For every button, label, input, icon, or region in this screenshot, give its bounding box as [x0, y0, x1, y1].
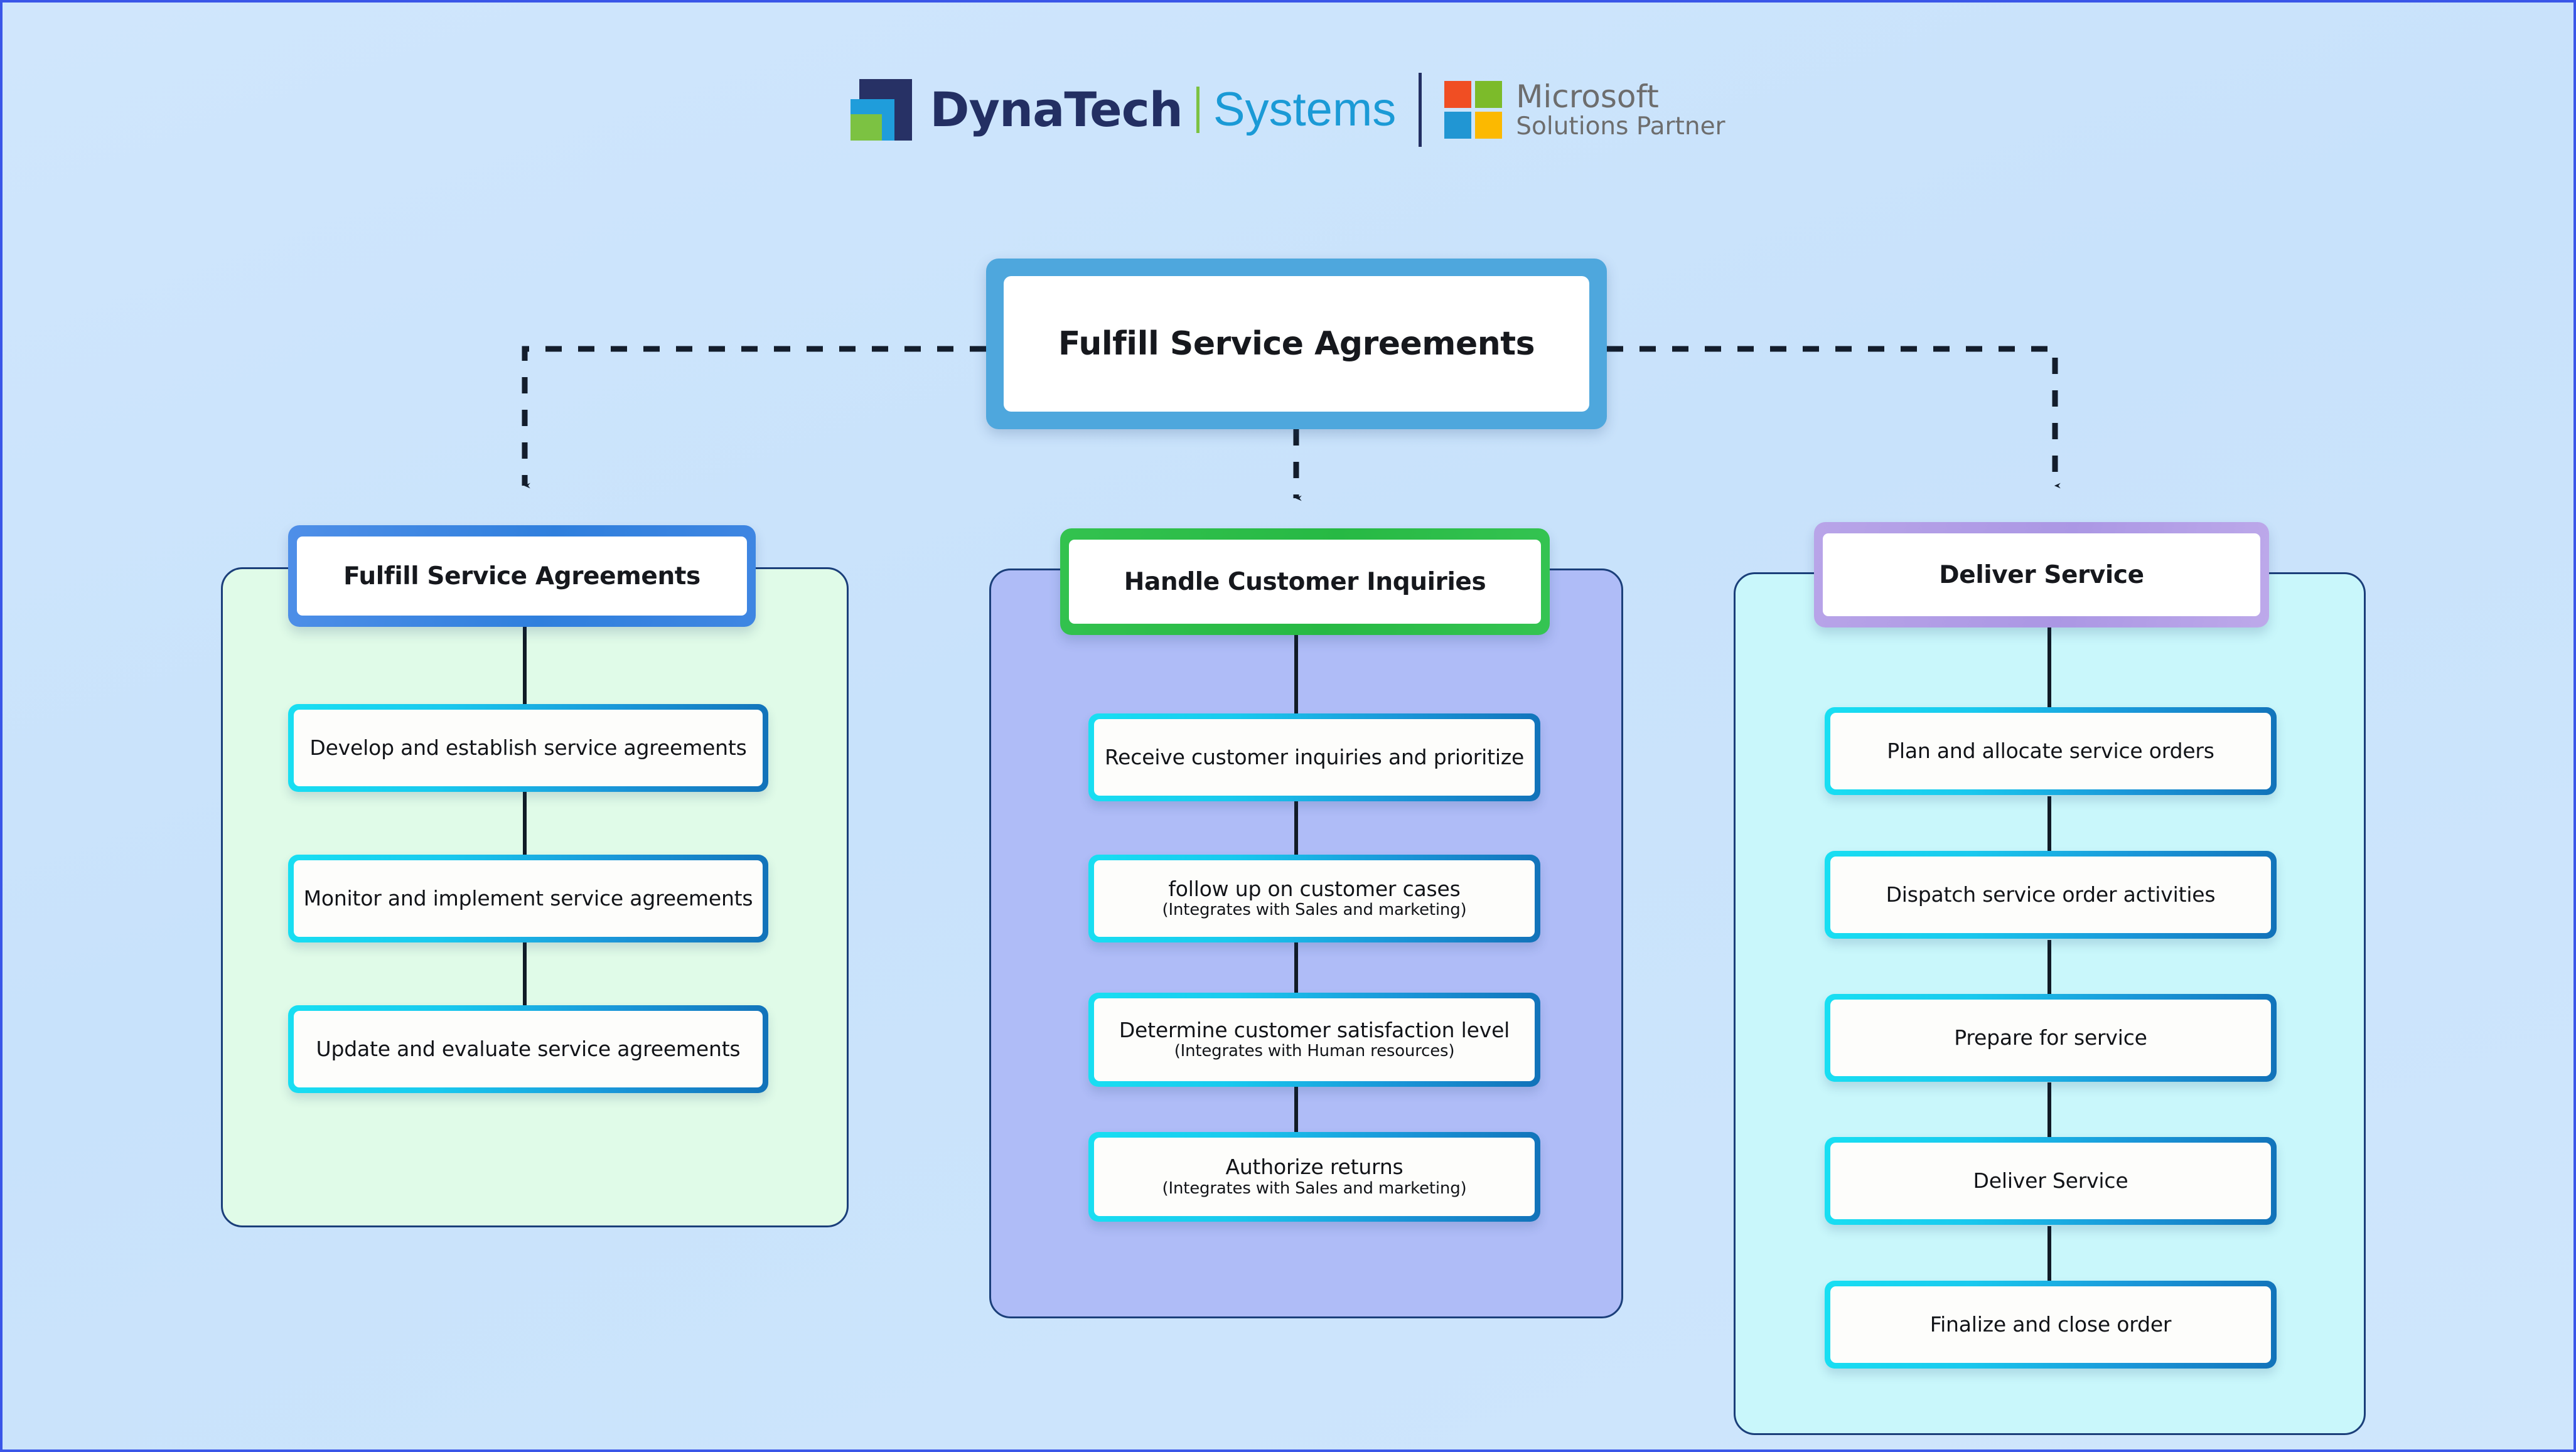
- connector-right-4: [2047, 1226, 2051, 1284]
- root-node-label: Fulfill Service Agreements: [1058, 325, 1535, 363]
- connector-mid-0: [1294, 635, 1298, 715]
- step-box[interactable]: Update and evaluate service agreements: [288, 1005, 768, 1093]
- step-box[interactable]: Authorize returns (Integrates with Sales…: [1088, 1132, 1540, 1222]
- step-box[interactable]: Determine customer satisfaction level (I…: [1088, 993, 1540, 1087]
- column-header-label: Deliver Service: [1939, 560, 2144, 589]
- brand-divider-green: [1196, 87, 1199, 133]
- column-header-handle-customer-inquiries[interactable]: Handle Customer Inquiries: [1060, 528, 1550, 635]
- step-label: Determine customer satisfaction level: [1119, 1017, 1510, 1042]
- connector-right-3: [2047, 1082, 2051, 1140]
- step-label: Monitor and implement service agreements: [303, 885, 753, 910]
- step-sublabel: (Integrates with Sales and marketing): [1162, 900, 1467, 920]
- connector-mid-3: [1294, 1083, 1298, 1135]
- connector-mid-2: [1294, 942, 1298, 995]
- dynatech-logo-mark: [851, 79, 913, 141]
- brand-header: DynaTech Systems Microsoft Solutions Par…: [3, 73, 2573, 147]
- connector-right-1: [2047, 796, 2051, 854]
- step-label: Prepare for service: [1954, 1025, 2147, 1050]
- step-label: Develop and establish service agreements: [309, 735, 747, 760]
- step-label: Authorize returns: [1225, 1155, 1403, 1180]
- step-sublabel: (Integrates with Human resources): [1174, 1042, 1455, 1061]
- step-label: Finalize and close order: [1929, 1311, 2172, 1337]
- diagram-canvas: DynaTech Systems Microsoft Solutions Par…: [0, 0, 2576, 1452]
- column-header-label: Fulfill Service Agreements: [343, 562, 700, 590]
- connector-right-2: [2047, 940, 2051, 998]
- step-box[interactable]: Deliver Service: [1825, 1137, 2277, 1225]
- step-label: follow up on customer cases: [1168, 876, 1461, 901]
- connector-left-0: [523, 627, 527, 705]
- step-box[interactable]: Develop and establish service agreements: [288, 704, 768, 792]
- step-box[interactable]: Prepare for service: [1825, 994, 2277, 1082]
- column-header-label: Handle Customer Inquiries: [1124, 567, 1486, 596]
- brand-product-name: Systems: [1213, 83, 1397, 136]
- column-header-deliver-service[interactable]: Deliver Service: [1814, 522, 2269, 627]
- brand-divider-dark: [1419, 73, 1422, 147]
- step-box[interactable]: follow up on customer cases (Integrates …: [1088, 855, 1540, 942]
- microsoft-squares-icon: [1444, 80, 1503, 139]
- connector-right-0: [2047, 627, 2051, 710]
- microsoft-label: Microsoft: [1516, 78, 1659, 115]
- step-box[interactable]: Receive customer inquiries and prioritiz…: [1088, 713, 1540, 801]
- solutions-partner-label: Solutions Partner: [1516, 112, 1725, 141]
- microsoft-partner-badge: Microsoft Solutions Partner: [1444, 80, 1725, 139]
- step-label: Receive customer inquiries and prioritiz…: [1104, 744, 1525, 769]
- step-label: Update and evaluate service agreements: [316, 1036, 741, 1061]
- step-box[interactable]: Finalize and close order: [1825, 1281, 2277, 1369]
- step-label: Plan and allocate service orders: [1887, 738, 2214, 763]
- step-box[interactable]: Dispatch service order activities: [1825, 851, 2277, 939]
- column-header-fulfill-service-agreements[interactable]: Fulfill Service Agreements: [288, 525, 756, 627]
- step-sublabel: (Integrates with Sales and marketing): [1162, 1178, 1467, 1198]
- step-label: Dispatch service order activities: [1886, 882, 2216, 907]
- step-label: Deliver Service: [1973, 1168, 2128, 1193]
- brand-company-name: DynaTech: [930, 82, 1183, 137]
- step-box[interactable]: Monitor and implement service agreements: [288, 855, 768, 942]
- step-box[interactable]: Plan and allocate service orders: [1825, 707, 2277, 795]
- root-node[interactable]: Fulfill Service Agreements: [986, 259, 1607, 429]
- connector-mid-1: [1294, 801, 1298, 857]
